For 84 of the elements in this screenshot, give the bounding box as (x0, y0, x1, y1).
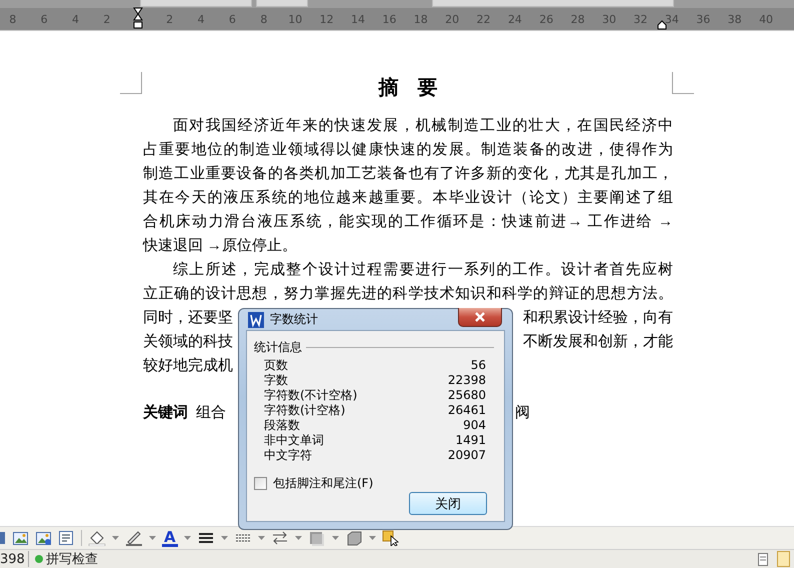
caret-icon[interactable] (332, 536, 339, 540)
stat-value: 22398 (448, 373, 486, 388)
ruler-number: 26 (539, 12, 554, 26)
ruler-number: 28 (570, 12, 585, 26)
paragraph-text: 同时，还要坚 (143, 308, 233, 328)
ruler-number: 38 (728, 12, 742, 26)
stat-label: 中文字符 (264, 448, 312, 463)
ruler-number: 30 (602, 12, 616, 26)
keywords-text: 组合 (196, 404, 226, 423)
keywords-text: 阀 (515, 404, 530, 423)
caret-icon[interactable] (220, 536, 228, 540)
caret-icon[interactable] (368, 536, 376, 540)
line-style-icon[interactable] (196, 530, 215, 546)
right-indent-marker-icon[interactable] (657, 20, 667, 30)
group-heading: 统计信息 (254, 339, 302, 355)
stat-label: 页数 (264, 358, 288, 373)
paragraph-text: 立正确的设计思想，努力掌握先进的科学技术知识和科学的辩证的思想方法。 (143, 284, 673, 304)
ruler-number: 2 (166, 12, 174, 26)
stat-value: 56 (470, 358, 486, 373)
stat-value: 26461 (448, 403, 486, 418)
paragraph-text: 和积累设计经验，向有 (523, 308, 673, 328)
word-count-status[interactable]: 398 (0, 552, 25, 566)
status-dot-icon (34, 555, 43, 563)
stat-value: 904 (463, 418, 486, 433)
caret-icon[interactable] (184, 536, 191, 540)
ruler-number: 8 (260, 12, 268, 26)
pen-icon[interactable] (125, 530, 143, 546)
stat-label: 段落数 (264, 418, 300, 433)
paragraph-text: 较好地完成机 (143, 356, 233, 376)
arrow-style-icon[interactable] (270, 530, 289, 546)
ruler-number: 6 (228, 12, 236, 26)
ruler-number: 6 (40, 12, 48, 26)
ruler-number: 4 (72, 12, 79, 26)
shape-icon[interactable] (0, 530, 6, 546)
paint-bucket-icon[interactable] (88, 530, 106, 546)
checkbox-label: 包括脚注和尾注(F) (273, 475, 374, 492)
stat-label: 非中文单词 (264, 433, 324, 448)
ruler-number: 8 (9, 12, 16, 26)
close-dialog-button[interactable]: 关闭 (409, 492, 487, 515)
margin-corner-mark (120, 71, 142, 95)
ruler-number: 12 (320, 12, 334, 26)
ruler-number: 34 (664, 12, 679, 26)
ruler-number: 20 (445, 12, 460, 26)
abstract-title: 摘 要 (377, 76, 438, 101)
caret-icon[interactable] (112, 536, 119, 540)
ruler-number: 32 (634, 12, 648, 26)
ruler-number: 16 (382, 12, 396, 26)
text-box-icon[interactable] (58, 530, 75, 546)
dialog-title: 字数统计 (270, 311, 318, 328)
caret-icon[interactable] (258, 536, 265, 540)
shadow-icon[interactable] (308, 530, 326, 546)
stat-value: 20907 (448, 448, 486, 463)
caret-icon[interactable] (149, 536, 156, 540)
paragraph-text: 关领域的科技 (143, 332, 233, 352)
spell-check-status[interactable]: 拼写检查 (46, 550, 98, 568)
app-logo-icon (248, 312, 264, 328)
ruler-number: 40 (759, 12, 774, 26)
ruler-number: 18 (414, 12, 428, 26)
stat-label: 字符数(计空格) (264, 403, 346, 418)
stat-value: 25680 (448, 388, 486, 403)
ruler-number: 14 (350, 12, 365, 26)
margin-corner-mark (672, 71, 694, 95)
ruler-number: 22 (476, 12, 491, 26)
paragraph-text: 综上所述，完成整个设计过程需要进行一系列的工作。设计者首先应树 (172, 260, 673, 280)
keywords-label: 关键词 (143, 403, 188, 423)
ruler-number: 24 (508, 12, 522, 26)
select-objects-icon[interactable] (382, 530, 400, 546)
indent-marker-icon[interactable] (133, 6, 144, 28)
ruler-number: 36 (696, 12, 710, 26)
ruler-number: 10 (288, 12, 302, 26)
abstract-paragraph: 面对我国经济近年来的快速发展，机械制造工业的壮大，在国民经济中 占重要地位的制造业领域得以健康快速的发展。制造装备的改进，使得作为 制造工业重要设备的各类机加工艺装备也有了许多新的变化，尤其是孔加工， 其在今天的液压系统的地位越来越重要。本毕业设计（论文）主要阐述了组 合机床动力滑台液压系统，能实现的工作循环是：快速前进→ 工作进给 → 快速退回 →原位停止。 (143, 116, 673, 256)
picture-icon[interactable] (35, 530, 52, 546)
checkbox[interactable] (254, 477, 267, 490)
stat-value: 1491 (455, 433, 486, 448)
ruler-number: 2 (103, 12, 110, 26)
close-icon (474, 312, 486, 322)
stat-label: 字数 (264, 373, 288, 388)
paragraph-text: 不断发展和创新，才能 (523, 332, 673, 352)
stat-label: 字符数(不计空格) (264, 388, 358, 403)
page-view-icon[interactable] (756, 552, 770, 566)
picture-icon[interactable] (12, 530, 29, 546)
ruler-number: 4 (198, 12, 205, 26)
caret-icon[interactable] (294, 536, 302, 540)
close-button[interactable] (458, 308, 502, 326)
